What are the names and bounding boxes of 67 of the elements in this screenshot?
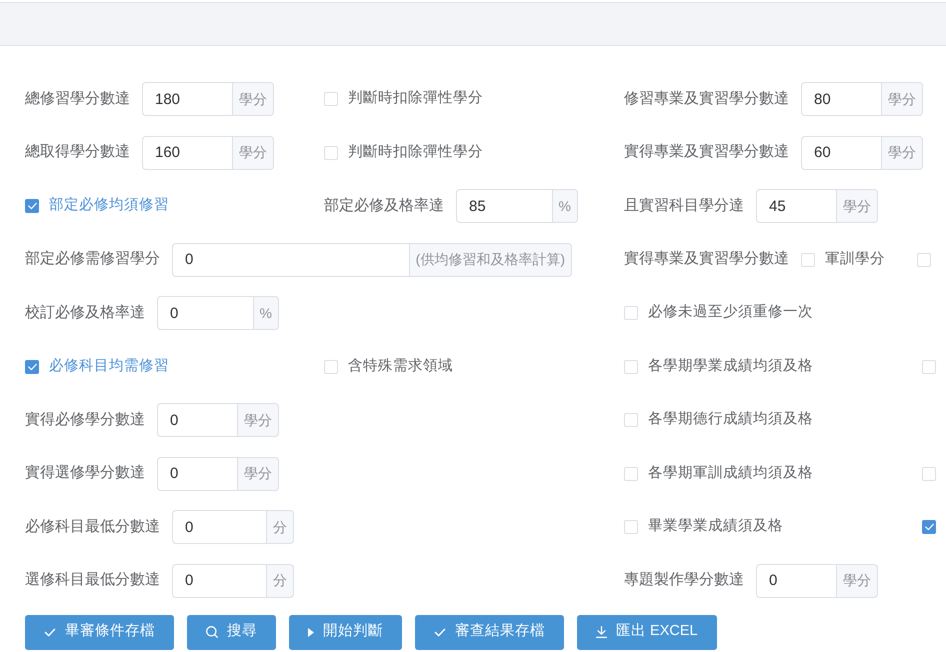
search-icon (206, 626, 218, 638)
checkbox[interactable] (25, 360, 39, 374)
field-label: 實得必修學分數達 (25, 410, 145, 430)
check-icon (924, 523, 934, 531)
play-icon (308, 628, 314, 636)
unit-label: 學分 (232, 82, 274, 116)
check-icon (434, 628, 446, 636)
checkbox-label[interactable]: 部定必修均須修習 (49, 195, 169, 217)
field-label: 校訂必修及格率達 (25, 302, 145, 323)
input-field[interactable]: 0 (157, 296, 253, 330)
input-field[interactable]: 0 (157, 456, 237, 490)
checkbox-label[interactable]: 各學期德行成績均須及格 (648, 409, 813, 431)
check-icon (28, 202, 36, 210)
input-field[interactable]: 0 (157, 403, 237, 437)
field-label: 且實習科目學分達 (624, 196, 744, 216)
field-label: 實得選修學分數達 (25, 463, 145, 484)
input-field[interactable]: 0 (172, 564, 266, 598)
checkbox-label[interactable]: 判斷時扣除彈性學分 (348, 88, 483, 110)
input-field[interactable]: 0 (172, 510, 266, 544)
search-button[interactable]: 搜尋 (187, 614, 276, 650)
checkbox[interactable] (922, 520, 936, 534)
field-label: 選修科目最低分數達 (25, 570, 160, 590)
checkbox-label[interactable]: 軍訓學分 (825, 248, 885, 270)
hint-label: (供均修習和及格率計算) (408, 242, 572, 276)
input-field[interactable]: 180 (142, 82, 232, 116)
check-icon (44, 628, 56, 636)
unit-label: 學分 (232, 136, 274, 170)
checkbox-label[interactable]: 各學期學業成績均須及格 (648, 356, 813, 378)
input-field[interactable]: 45 (756, 189, 836, 223)
start-button[interactable]: 開始判斷 (289, 614, 402, 650)
field-label: 總取得學分數達 (25, 142, 130, 162)
checkbox-label[interactable]: 判斷時扣除彈性學分 (348, 142, 483, 164)
input-field[interactable]: 60 (801, 136, 881, 170)
field-label: 實得專業及實習學分數達 (624, 249, 789, 270)
input-field[interactable]: 80 (801, 82, 881, 116)
unit-label: 學分 (836, 189, 878, 223)
unit-label: % (552, 189, 578, 223)
unit-label: % (252, 296, 279, 330)
field-label: 實得專業及實習學分數達 (624, 142, 789, 162)
check-icon (28, 362, 36, 370)
checkbox[interactable] (25, 199, 39, 213)
unit-label: 學分 (237, 403, 279, 437)
field-label: 部定必修及格率達 (324, 196, 444, 216)
input-field[interactable]: 85 (456, 189, 552, 223)
checkbox-label[interactable]: 畢業學業成績須及格 (648, 516, 783, 538)
field-label: 部定必修需修習學分 (25, 249, 160, 270)
save-button[interactable]: 審查結果存檔 (415, 614, 564, 650)
unit-label: 學分 (881, 136, 923, 170)
unit-label: 分 (266, 510, 294, 544)
field-label: 必修科目最低分數達 (25, 516, 160, 537)
export-button[interactable]: 匯出 EXCEL (577, 614, 717, 650)
checkbox-label[interactable]: 必修未過至少須重修一次 (648, 302, 813, 324)
unit-label: 分 (266, 564, 294, 598)
field-label: 修習專業及實習學分數達 (624, 88, 789, 109)
unit-label: 學分 (237, 456, 279, 490)
checkbox-label[interactable]: 各學期軍訓成績均須及格 (648, 462, 813, 484)
unit-label: 學分 (881, 82, 923, 116)
input-field[interactable]: 0 (172, 242, 409, 276)
field-label: 專題製作學分數達 (624, 570, 744, 590)
input-field[interactable]: 160 (142, 136, 232, 170)
checkbox-label[interactable]: 含特殊需求領域 (348, 356, 453, 378)
download-icon (596, 626, 607, 638)
unit-label: 學分 (836, 564, 878, 598)
field-label: 總修習學分數達 (25, 88, 130, 109)
save-button[interactable]: 畢審條件存檔 (25, 614, 174, 650)
input-field[interactable]: 0 (756, 564, 836, 598)
checkbox-label[interactable]: 必修科目均需修習 (49, 356, 169, 378)
